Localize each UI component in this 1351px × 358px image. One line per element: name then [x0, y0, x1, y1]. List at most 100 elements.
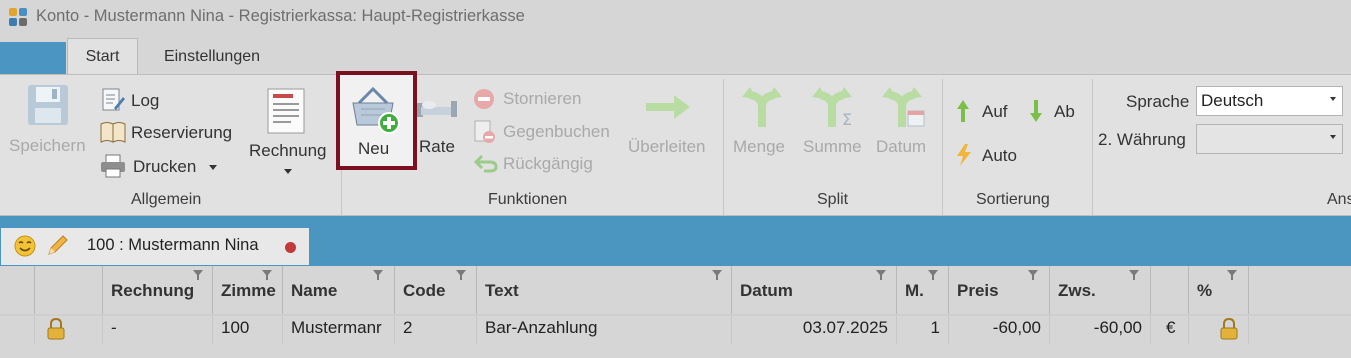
sprache-value: Deutsch [1201, 91, 1264, 110]
drucken-dropdown-icon [209, 165, 217, 170]
document-minus-icon [474, 120, 495, 143]
drucken-label: Drucken [133, 157, 197, 176]
header-name-label: Name [291, 281, 338, 300]
header-m-label: M. [905, 281, 924, 300]
cell-zimmer: 100 [213, 316, 283, 344]
filter-icon[interactable] [456, 270, 466, 280]
sprache-select[interactable]: Deutsch [1196, 86, 1343, 116]
window-title: Konto - Mustermann Nina - Registrierkass… [36, 7, 525, 25]
log-icon [102, 88, 125, 111]
cell-rechnung: - [103, 316, 213, 344]
booking-grid: Rechnung Zimme Name Code Text Datum M. P… [0, 266, 1351, 358]
filter-icon[interactable] [876, 270, 886, 280]
filter-icon[interactable] [373, 270, 383, 280]
split-sum-icon: Σ [812, 87, 852, 129]
gegenbuchen-label: Gegenbuchen [503, 122, 610, 141]
header-lock-column [35, 266, 103, 314]
percent-lock-cell [1189, 316, 1249, 344]
cell-zws: -60,00 [1050, 316, 1151, 344]
header-percent-label: % [1197, 281, 1213, 300]
ribbon-separator [723, 79, 724, 215]
file-menu-tab[interactable] [0, 42, 66, 74]
group-label-ansicht: Ans [1327, 191, 1351, 208]
filter-icon[interactable] [1129, 270, 1139, 280]
rate-label: Rate [419, 137, 455, 156]
header-m[interactable]: M. [897, 266, 949, 314]
rechnung-label: Rechnung [249, 141, 327, 160]
cell-code: 2 [395, 316, 477, 344]
header-zimmer[interactable]: Zimme [213, 266, 283, 314]
filter-icon[interactable] [193, 270, 203, 280]
ab-label: Ab [1054, 102, 1075, 121]
sprache-label: Sprache [1126, 92, 1190, 111]
filter-icon[interactable] [1028, 270, 1038, 280]
document-tab-bar: 100 : Mustermann Nina [0, 216, 1351, 266]
group-label-split: Split [817, 191, 849, 208]
neu-button[interactable]: Neu [336, 71, 417, 170]
split-fork-icon [742, 87, 782, 127]
waehrung-select[interactable] [1196, 124, 1343, 154]
filter-icon[interactable] [1227, 270, 1237, 280]
unsaved-indicator-dot [285, 242, 296, 253]
waehrung-label: 2. Währung [1098, 130, 1186, 149]
svg-text:Σ: Σ [842, 110, 852, 129]
table-row[interactable]: - 100 Mustermanr 2 Bar-Anzahlung 03.07.2… [0, 314, 1351, 344]
bed-icon [417, 101, 457, 117]
app-logo-icon [9, 8, 29, 28]
arrow-right-icon [646, 95, 690, 119]
neu-label: Neu [358, 139, 390, 158]
filter-icon[interactable] [712, 270, 722, 280]
auto-label: Auto [982, 146, 1017, 165]
cell-m: 1 [897, 316, 949, 344]
tab-einstellungen[interactable]: Einstellungen [146, 38, 278, 75]
group-label-funktionen: Funktionen [488, 191, 568, 208]
pencil-icon [48, 235, 68, 255]
chevron-down-icon [1330, 97, 1336, 101]
cell-currency: € [1151, 316, 1189, 344]
minus-icon [478, 97, 490, 101]
document-tab-label: 100 : Mustermann Nina [87, 236, 259, 254]
header-percent[interactable]: % [1189, 266, 1249, 314]
menge-label: Menge [733, 137, 785, 156]
document-tab[interactable]: 100 : Mustermann Nina [1, 228, 309, 265]
cell-name: Mustermanr [283, 316, 395, 344]
lock-icon [1220, 318, 1238, 340]
ueberleiten-label: Überleiten [628, 137, 706, 156]
lock-cell [35, 316, 103, 344]
lock-icon [47, 318, 65, 340]
header-datum[interactable]: Datum [732, 266, 897, 314]
group-label-sortierung: Sortierung [976, 191, 1050, 208]
header-code-label: Code [403, 281, 446, 300]
grid-header: Rechnung Zimme Name Code Text Datum M. P… [0, 266, 1351, 314]
header-currency[interactable] [1151, 266, 1189, 314]
smiley-face-icon [14, 235, 36, 257]
filter-icon[interactable] [262, 270, 272, 280]
tab-start[interactable]: Start [67, 38, 138, 75]
reservierung-label: Reservierung [131, 123, 233, 142]
arrow-up-icon [957, 100, 969, 122]
header-spacer [0, 266, 35, 314]
lightning-icon [957, 144, 971, 166]
header-zws-label: Zws. [1058, 281, 1096, 300]
basket-add-icon [352, 86, 400, 134]
summe-label: Summe [803, 137, 862, 156]
filter-icon[interactable] [928, 270, 938, 280]
header-datum-label: Datum [740, 281, 793, 300]
book-icon [100, 122, 126, 143]
header-text-label: Text [485, 281, 519, 300]
cell-datum: 03.07.2025 [732, 316, 897, 344]
auf-label: Auf [982, 102, 1008, 121]
rechnung-dropdown-icon [284, 169, 292, 174]
ribbon-tabs: Start Einstellungen [0, 38, 1351, 75]
title-bar: Konto - Mustermann Nina - Registrierkass… [0, 0, 1351, 36]
datum-label: Datum [876, 137, 927, 156]
ribbon-separator [942, 79, 943, 215]
rueckgaengig-label: Rückgängig [503, 154, 593, 173]
arrow-down-icon [1030, 100, 1042, 122]
speichern-label: Speichern [9, 136, 86, 155]
header-text[interactable]: Text [477, 266, 732, 314]
header-rechnung-label: Rechnung [111, 281, 195, 300]
cell-preis: -60,00 [949, 316, 1050, 344]
save-disk-icon [28, 85, 68, 125]
undo-arrow-icon [474, 154, 498, 173]
